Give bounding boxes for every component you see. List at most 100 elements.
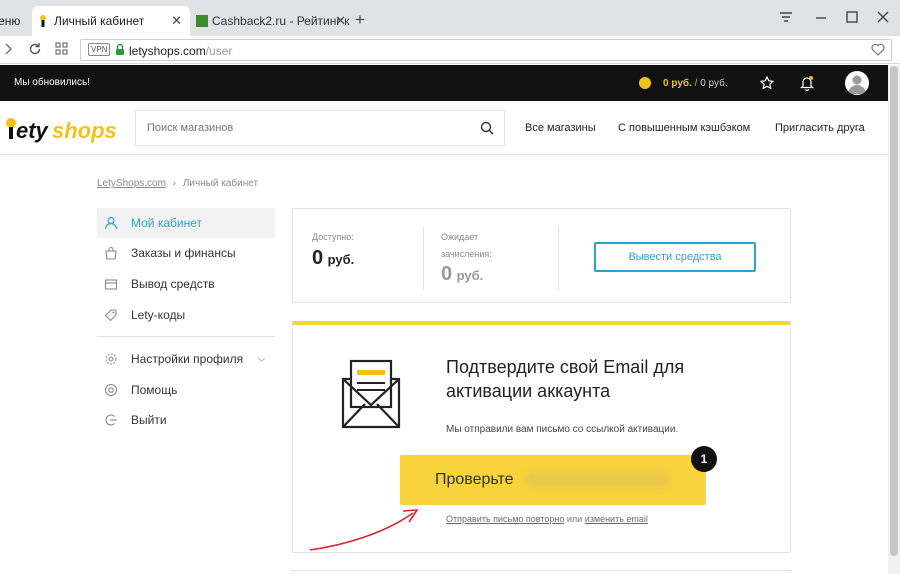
resend-row: Отправить письмо повторно или изменить e… [446,514,648,524]
available-balance: 0 руб. [312,247,354,270]
reload-icon[interactable] [28,42,42,61]
pending-label-1: Ожидает [441,232,479,242]
sidebar-item-profile-settings[interactable]: Настройки профиля [97,344,275,374]
envelope-icon [333,357,409,436]
chevron-down-icon[interactable] [257,352,266,366]
coin-icon [639,77,651,89]
close-tab-icon[interactable]: ✕ [335,13,346,29]
balance-separator: / [694,78,698,89]
pending-label-2: зачисления: [441,249,492,259]
svg-text:shops: shops [52,118,117,143]
next-card-edge [292,570,791,574]
browser-tab-title: Cashback2.ru - Рейтинг к [212,14,350,28]
balance-card: Доступно: 0 руб. Ожидает зачисления: 0 р… [292,208,791,303]
browser-tab[interactable]: Cashback2.ru - Рейтинг к ✕ [192,6,350,36]
step-badge: 1 [691,446,717,472]
confirm-subtitle: Мы отправили вам письмо со ссылкой актив… [446,424,679,435]
search-input[interactable] [136,111,471,145]
sidebar-item-help[interactable]: Помощь [97,375,275,405]
url-field[interactable]: VPN letyshops.com/user [80,39,892,61]
balance-pending-top: 0 руб. [700,78,728,89]
balance-divider [558,226,559,290]
nav-link-all-shops[interactable]: Все магазины [525,122,596,134]
browser-address-bar: VPN letyshops.com/user [0,36,900,64]
sidebar-item-label: Вывод средств [131,277,215,291]
breadcrumb: LetyShops.com › Личный кабинет [97,178,258,189]
search-box[interactable] [135,110,505,146]
sidebar-item-my-cabinet[interactable]: Мой кабинет [97,208,275,238]
gear-icon [104,352,118,366]
help-icon [104,383,118,397]
scrollbar-thumb[interactable] [890,66,898,556]
tag-icon [104,308,118,322]
minimize-icon[interactable] [814,10,828,29]
pending-unit: руб. [456,268,484,283]
grid-icon[interactable] [55,42,68,60]
balance-available-top: 0 руб. [663,78,692,89]
lety-favicon-icon [38,15,48,27]
maximize-icon[interactable] [845,10,859,29]
sidebar-item-logout[interactable]: Выйти [97,405,275,435]
url-text: letyshops.com/user [129,44,232,58]
sidebar-item-label: Lety-коды [131,308,186,322]
site-top-bar: Мы обновились! 0 руб. / 0 руб. [0,65,888,101]
update-message[interactable]: Мы обновились! [14,77,90,88]
site-logo[interactable]: ety shops [4,114,126,149]
site-nav: ety shops Все магазины С повышенным кэшб… [0,101,888,155]
breadcrumb-separator: › [172,178,177,189]
balance-divider [423,226,424,290]
available-label: Доступно: [312,232,354,242]
star-icon[interactable] [759,75,775,95]
sidebar-item-label: Помощь [131,383,178,397]
pending-balance: 0 руб. [441,263,483,286]
breadcrumb-home[interactable]: LetyShops.com [97,178,166,189]
balance-summary[interactable]: 0 руб. / 0 руб. [663,78,728,89]
or-text: или [566,514,583,524]
check-email-button[interactable]: Проверьте [400,455,706,505]
sidebar-item-withdraw[interactable]: Вывод средств [97,269,275,299]
sidebar-item-label: Мой кабинет [131,216,203,230]
sidebar-item-orders[interactable]: Заказы и финансы [97,238,275,268]
tabs-list-icon[interactable] [779,10,793,29]
new-tab-button[interactable]: + [355,10,365,30]
url-path: /user [205,44,233,58]
confirm-title-line1: Подтвердите свой Email для [446,357,685,377]
vpn-badge[interactable]: VPN [88,43,111,56]
resend-email-link[interactable]: Отправить письмо повторно [446,514,564,524]
close-window-icon[interactable] [876,10,890,29]
available-amount: 0 [312,247,324,269]
breadcrumb-current: Личный кабинет [182,178,259,189]
sidebar-item-lety-codes[interactable]: Lety-коды [97,300,275,330]
bell-icon[interactable] [800,75,814,96]
browser-tab-title: Личный кабинет [54,14,145,28]
browser-tab-active[interactable]: Личный кабинет ✕ [32,6,190,36]
forward-icon[interactable] [4,42,14,61]
sidebar-item-label: Выйти [131,413,167,427]
browser-menu-tab[interactable]: Меню [0,6,30,36]
change-email-link[interactable]: изменить email [585,514,648,524]
pending-amount: 0 [441,263,453,285]
lock-icon [115,43,125,61]
withdraw-button[interactable]: Вывести средства [594,242,756,272]
browser-menu-label: Меню [0,14,21,28]
search-icon[interactable] [480,121,494,140]
annotation-arrow [309,509,419,551]
wallet-icon [104,277,118,291]
user-icon [104,216,118,230]
available-unit: руб. [327,252,355,267]
sidebar-item-label: Настройки профиля [131,352,244,366]
sidebar-divider [97,336,275,337]
avatar[interactable] [845,71,869,95]
cashback-favicon-icon [196,15,208,27]
nav-link-invite-friend[interactable]: Пригласить друга [775,122,865,134]
browser-tab-bar: Меню Личный кабинет ✕ Cashback2.ru - Рей… [0,0,900,36]
close-tab-icon[interactable]: ✕ [171,13,182,29]
nav-link-increased-cashback[interactable]: С повышенным кэшбэком [618,122,750,134]
confirm-title-line2: активации аккаунта [446,381,611,401]
check-email-label: Проверьте [435,471,514,488]
favorite-heart-icon[interactable] [871,43,885,61]
blurred-email [525,472,670,487]
bag-icon [104,246,118,260]
svg-text:ety: ety [16,118,50,143]
logout-icon [104,413,118,427]
